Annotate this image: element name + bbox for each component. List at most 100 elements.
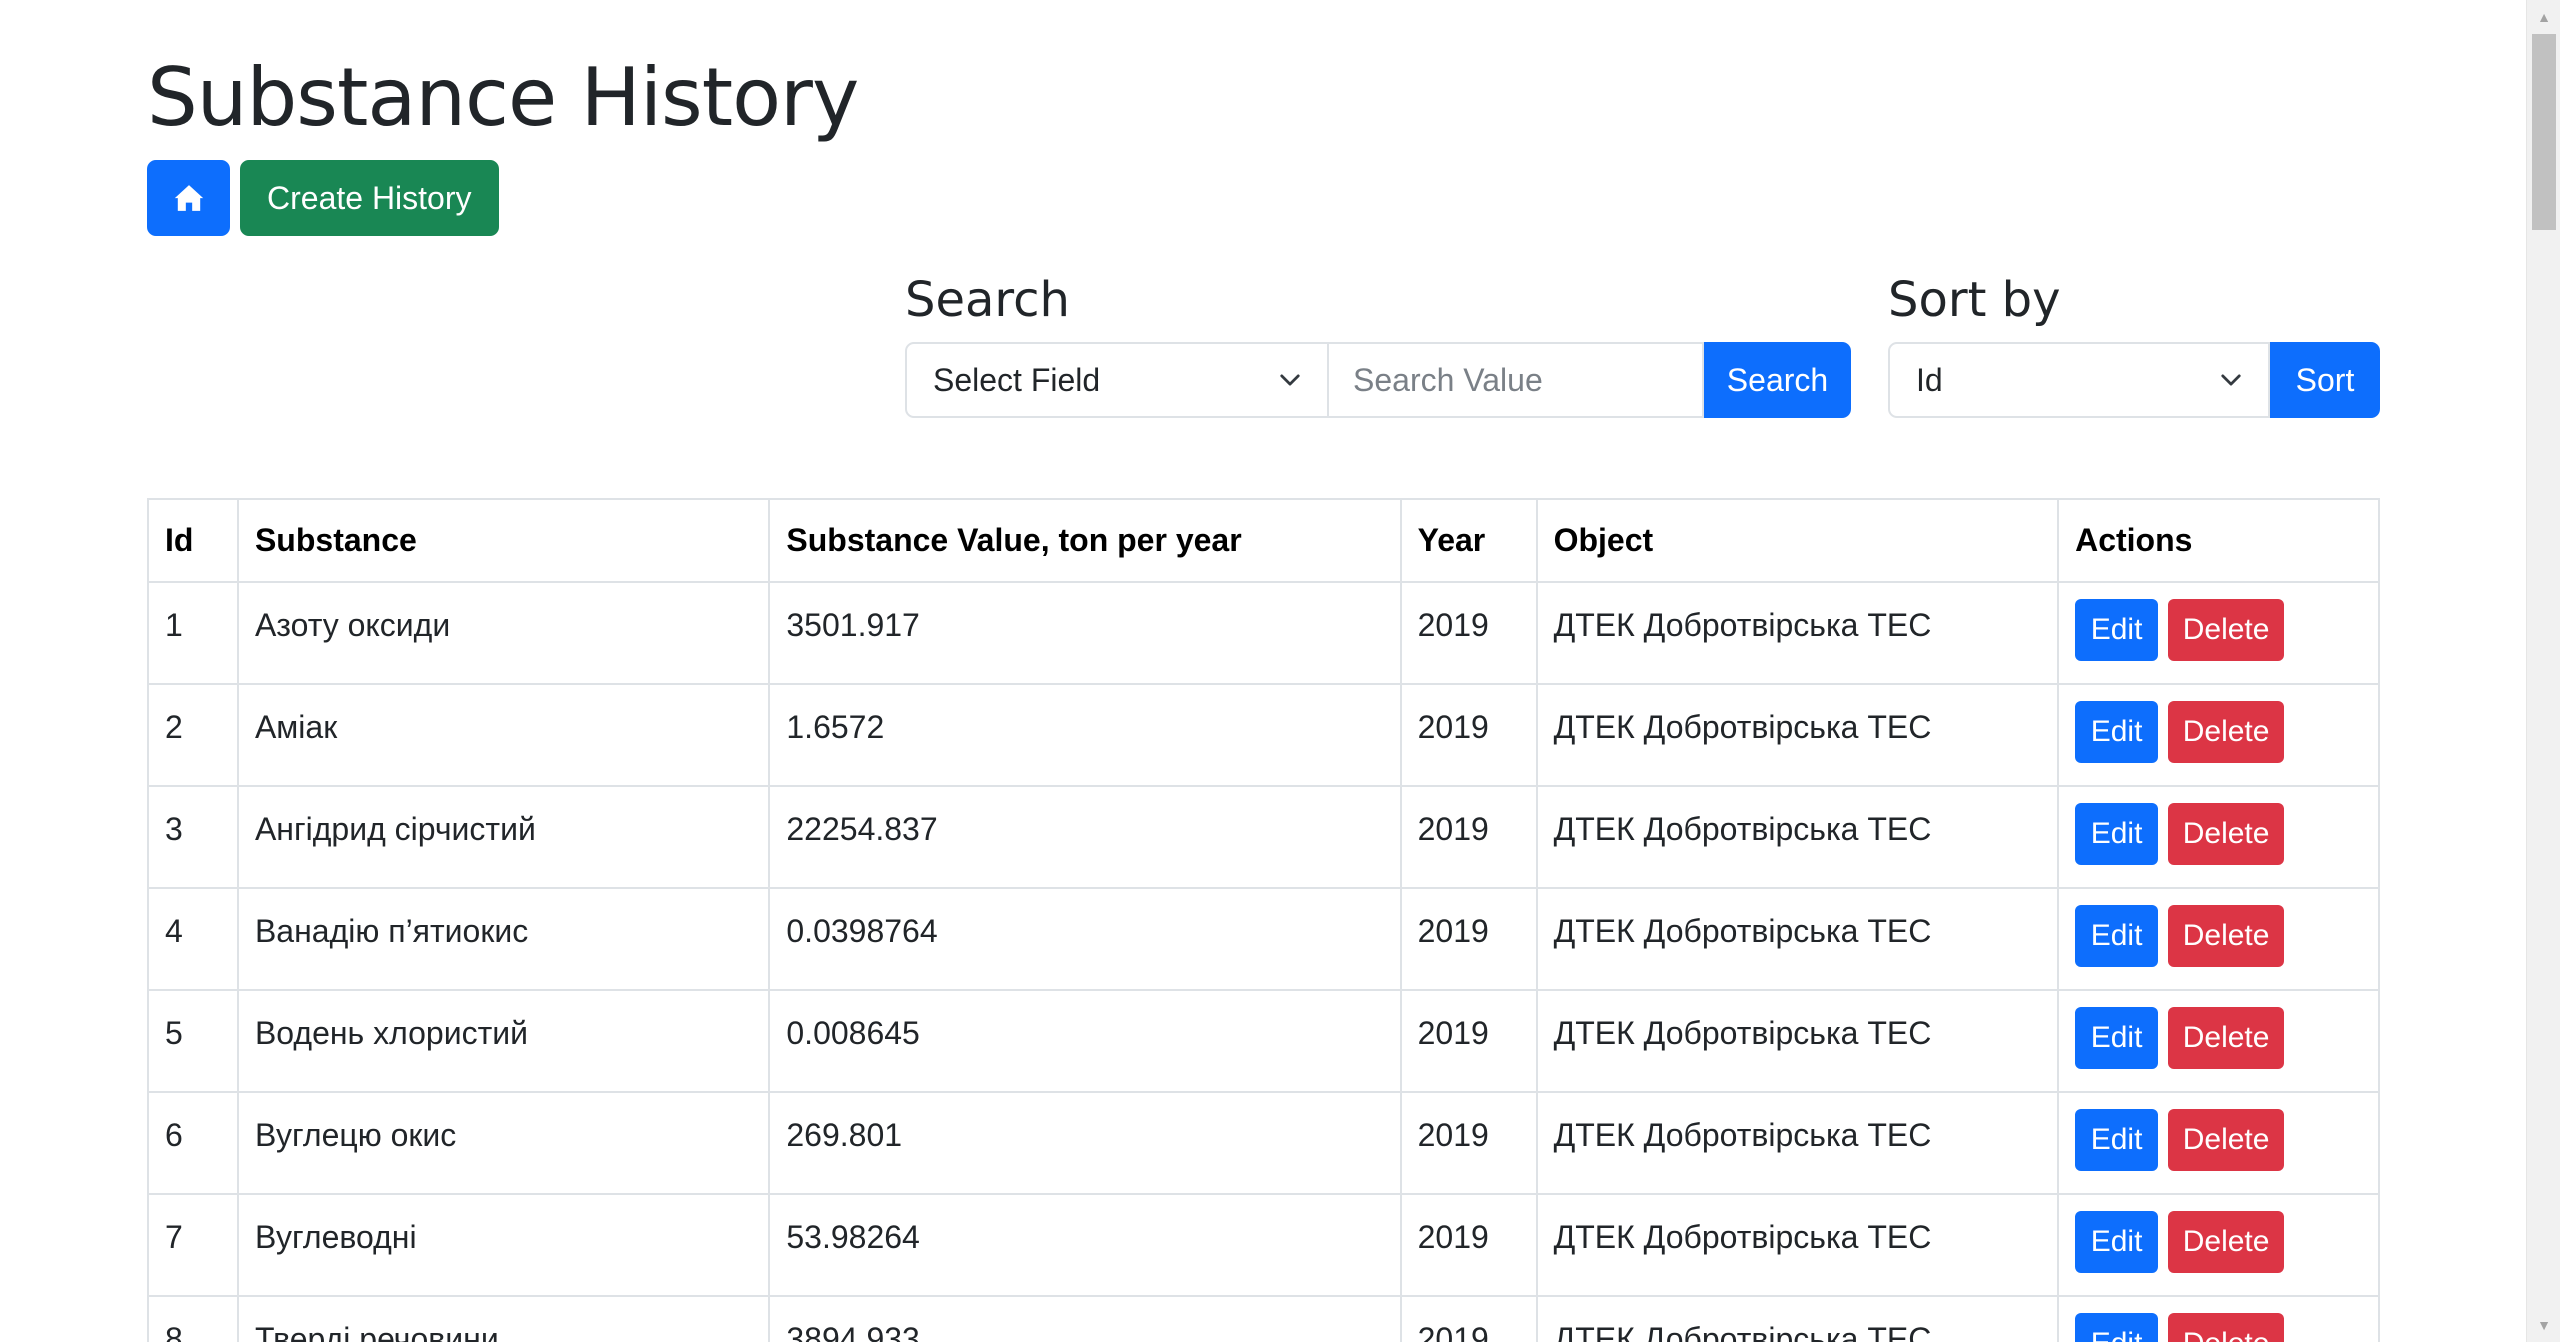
cell-object: ДТЕК Добротвірська ТЕС (1535, 989, 2060, 1093)
cell-substance-value: 0.008645 (768, 989, 1402, 1093)
scrollbar-thumb[interactable] (2532, 34, 2556, 230)
row-actions: EditDelete (2075, 905, 2362, 967)
table-row: 3 Ангідрид сірчистий 22254.837 2019 ДТЕК Доб… (147, 785, 2380, 889)
row-actions: EditDelete (2075, 1007, 2362, 1069)
cell-actions: Edit Delete (2057, 1295, 2380, 1342)
row-actions: EditDelete (2075, 599, 2362, 661)
edit-button[interactable]: Edit (2075, 1313, 2159, 1342)
page: Substance History Create History Search … (0, 0, 2560, 1342)
scroll-down-icon[interactable]: ▼ (2527, 1310, 2560, 1340)
cell-object: ДТЕК Добротвірська ТЕС (1535, 1295, 2060, 1342)
delete-button[interactable]: Delete (2168, 1211, 2285, 1273)
home-button[interactable] (147, 160, 230, 236)
table-row: 5 Водень хлористий 0.008645 2019 ДТЕК Доброт… (147, 989, 2380, 1093)
edit-button[interactable]: Edit (2075, 701, 2159, 763)
cell-year: 2019 (1399, 989, 1538, 1093)
delete-button[interactable]: Delete (2168, 905, 2285, 967)
cell-substance: Тверді речовини (236, 1295, 771, 1342)
row-actions: Edit Delete (2075, 1313, 2362, 1342)
header-object: Object (1535, 498, 2060, 583)
cell-id: 3 (147, 785, 239, 889)
cell-id: 8 (147, 1295, 239, 1342)
cell-object: ДТЕК Добротвірська ТЕС (1535, 887, 2060, 991)
substance-history-table: Id Substance Substance Value, ton per ye… (147, 498, 2380, 1342)
cell-id: 7 (147, 1193, 239, 1297)
page-title: Substance History (147, 51, 859, 144)
edit-button[interactable]: Edit (2075, 1211, 2159, 1273)
cell-year: 2019 (1399, 1091, 1538, 1195)
table-row: 7 Вуглеводні 53.98264 2019 ДТЕК Добротвірськ… (147, 1193, 2380, 1297)
cell-year: 2019 (1399, 785, 1538, 889)
cell-substance-value: 22254.837 (768, 785, 1402, 889)
chevron-down-icon (1280, 374, 1300, 386)
top-actions: Create History (147, 160, 499, 236)
header-substance-value: Substance Value, ton per year (768, 498, 1402, 583)
cell-id: 5 (147, 989, 239, 1093)
cell-substance-value: 269.801 (768, 1091, 1402, 1195)
edit-button[interactable]: Edit (2075, 599, 2159, 661)
delete-button[interactable]: Delete (2168, 701, 2285, 763)
header-id: Id (147, 498, 239, 583)
sort-field-select-value: Id (1916, 361, 1943, 398)
row-actions: EditDelete (2075, 701, 2362, 763)
vertical-scrollbar[interactable]: ▲ ▼ (2526, 0, 2560, 1342)
cell-actions: EditDelete (2057, 581, 2380, 685)
cell-year: 2019 (1399, 683, 1538, 787)
cell-substance: Ванадію п’ятиокис (236, 887, 771, 991)
cell-actions: EditDelete (2057, 887, 2380, 991)
sort-heading: Sort by (1888, 272, 2061, 328)
cell-substance: Вуглеводні (236, 1193, 771, 1297)
row-actions: EditDelete (2075, 803, 2362, 865)
header-substance: Substance (236, 498, 771, 583)
search-input-group: Select Field Search Value Search (905, 342, 1851, 418)
table-row: 2 Аміак 1.6572 2019 ДТЕК Добротвірська ТЕС Ed… (147, 683, 2380, 787)
delete-button[interactable]: Delete (2168, 1007, 2285, 1069)
edit-button[interactable]: Edit (2075, 803, 2159, 865)
cell-substance-value: 3501.917 (768, 581, 1402, 685)
cell-id: 4 (147, 887, 239, 991)
cell-substance-value: 53.98264 (768, 1193, 1402, 1297)
cell-id: 1 (147, 581, 239, 685)
cell-year: 2019 (1399, 581, 1538, 685)
sort-input-group: Id Sort (1888, 342, 2380, 418)
table-body: 1 Азоту оксиди 3501.917 2019 ДТЕК Добротвірс… (147, 581, 2380, 1342)
cell-object: ДТЕК Добротвірська ТЕС (1535, 1193, 2060, 1297)
edit-button[interactable]: Edit (2075, 1109, 2159, 1171)
delete-button[interactable]: Delete (2168, 1313, 2285, 1342)
cell-substance: Ангідрид сірчистий (236, 785, 771, 889)
cell-actions: EditDelete (2057, 989, 2380, 1093)
cell-substance-value: 1.6572 (768, 683, 1402, 787)
table-row: 1 Азоту оксиди 3501.917 2019 ДТЕК Добротвірс… (147, 581, 2380, 685)
header-actions: Actions (2057, 498, 2380, 583)
cell-substance-value: 0.0398764 (768, 887, 1402, 991)
cell-id: 2 (147, 683, 239, 787)
cell-object: ДТЕК Добротвірська ТЕС (1535, 1091, 2060, 1195)
cell-substance: Водень хлористий (236, 989, 771, 1093)
cell-actions: EditDelete (2057, 1091, 2380, 1195)
sort-field-select[interactable]: Id (1888, 342, 2270, 418)
cell-substance: Аміак (236, 683, 771, 787)
sort-button[interactable]: Sort (2270, 342, 2380, 418)
edit-button[interactable]: Edit (2075, 905, 2159, 967)
chevron-down-icon (2221, 374, 2241, 386)
cell-year: 2019 (1399, 1295, 1538, 1342)
search-button[interactable]: Search (1704, 342, 1851, 418)
delete-button[interactable]: Delete (2168, 803, 2285, 865)
cell-actions: EditDelete (2057, 1193, 2380, 1297)
create-history-button[interactable]: Create History (240, 160, 499, 236)
edit-button[interactable]: Edit (2075, 1007, 2159, 1069)
table-row: 6 Вуглецю окис 269.801 2019 ДТЕК Добротвірсь… (147, 1091, 2380, 1195)
scroll-up-icon[interactable]: ▲ (2527, 2, 2560, 32)
delete-button[interactable]: Delete (2168, 1109, 2285, 1171)
row-actions: EditDelete (2075, 1211, 2362, 1273)
cell-object: ДТЕК Добротвірська ТЕС (1535, 785, 2060, 889)
cell-substance: Вуглецю окис (236, 1091, 771, 1195)
cell-id: 6 (147, 1091, 239, 1195)
cell-year: 2019 (1399, 1193, 1538, 1297)
delete-button[interactable]: Delete (2168, 599, 2285, 661)
cell-actions: EditDelete (2057, 683, 2380, 787)
header-year: Year (1399, 498, 1538, 583)
search-heading: Search (905, 272, 1070, 328)
search-value-input[interactable]: Search Value (1329, 342, 1704, 418)
search-field-select[interactable]: Select Field (905, 342, 1329, 418)
